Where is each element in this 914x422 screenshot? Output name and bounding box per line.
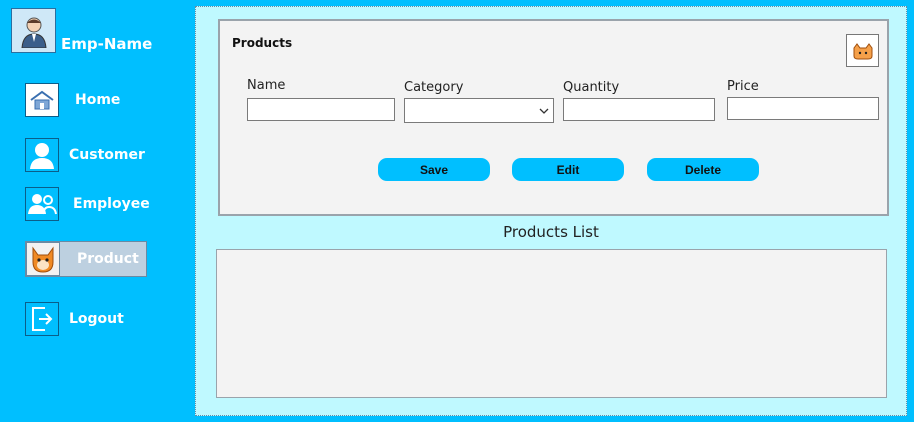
nav-logout-label: Logout — [69, 311, 124, 327]
form-title: Products — [232, 36, 293, 50]
main-panel: Products Name Category Quantity Price Sa… — [195, 6, 907, 416]
nav-product[interactable]: Product — [25, 241, 147, 277]
sidebar: Emp-Name Home Customer Employee Product … — [0, 0, 190, 422]
category-label: Category — [404, 80, 464, 95]
nav-customer-label: Customer — [69, 147, 145, 163]
category-select[interactable] — [404, 98, 554, 123]
nav-product-label: Product — [77, 251, 139, 267]
products-list-title: Products List — [503, 223, 599, 241]
price-input[interactable] — [727, 97, 879, 120]
nav-employee[interactable]: Employee — [25, 186, 150, 222]
logout-icon — [25, 302, 59, 336]
edit-button[interactable]: Edit — [512, 158, 624, 181]
name-input[interactable] — [247, 98, 395, 121]
cat-icon — [26, 242, 60, 276]
employee-avatar-icon — [20, 17, 47, 48]
price-label: Price — [727, 79, 759, 94]
nav-home-label: Home — [75, 92, 121, 108]
product-form-panel: Products Name Category Quantity Price Sa… — [218, 19, 889, 216]
save-button[interactable]: Save — [378, 158, 490, 181]
chevron-down-icon — [539, 108, 549, 114]
products-list-grid[interactable] — [216, 249, 887, 398]
nav-customer[interactable]: Customer — [25, 137, 147, 173]
user-icon — [25, 138, 59, 172]
user-name: Emp-Name — [61, 35, 153, 53]
quantity-label: Quantity — [563, 80, 620, 95]
users-icon — [25, 187, 59, 221]
cat-thumbnail-icon — [846, 34, 879, 67]
nav-employee-label: Employee — [73, 196, 150, 212]
name-label: Name — [247, 78, 286, 93]
nav-home[interactable]: Home — [25, 82, 147, 118]
nav-logout[interactable]: Logout — [25, 301, 147, 337]
delete-button[interactable]: Delete — [647, 158, 759, 181]
house-icon — [25, 83, 59, 117]
user-avatar — [11, 8, 56, 53]
quantity-input[interactable] — [563, 98, 715, 121]
